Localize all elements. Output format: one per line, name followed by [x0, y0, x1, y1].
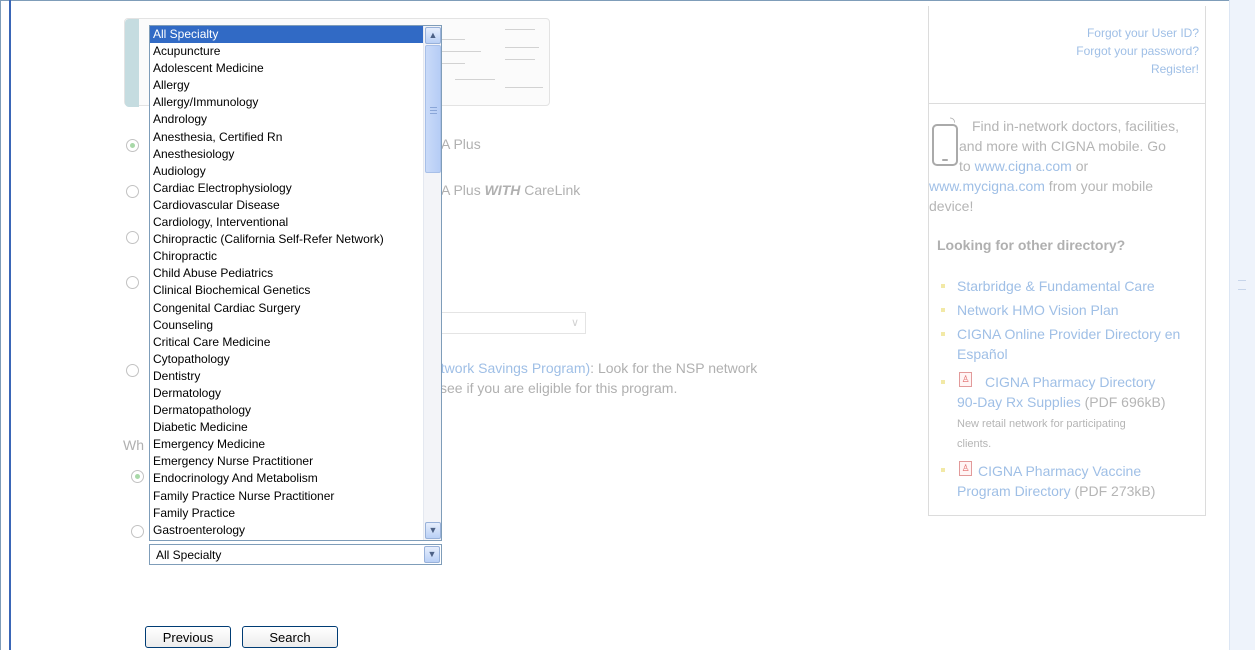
mobile-promo-line5: device!	[929, 198, 974, 214]
scroll-up-icon[interactable]: ▲	[425, 27, 441, 44]
specialty-option[interactable]: All Specialty	[150, 26, 424, 44]
pdf-icon: ♙	[959, 461, 972, 476]
search-button[interactable]: Search	[242, 626, 338, 648]
register-link[interactable]: Register!	[1151, 62, 1199, 76]
specialty-option[interactable]: Gastroenterology	[150, 522, 424, 539]
specialty-option[interactable]: Child Abuse Pediatrics	[150, 265, 424, 282]
mobile-promo-line1: Find in-network doctors, facilities,	[972, 118, 1179, 134]
chevron-down-icon[interactable]: ▼	[424, 546, 440, 563]
link-directory-es-2[interactable]: Español	[957, 346, 1008, 362]
specialty-option[interactable]: Chiropractic	[150, 248, 424, 265]
specialty-option[interactable]: Dentistry	[150, 368, 424, 385]
link-starbridge[interactable]: Starbridge & Fundamental Care	[957, 278, 1155, 294]
bullet	[941, 308, 945, 312]
plan-option-2-label: A Plus WITH CareLink	[441, 182, 581, 198]
coverage-radio-2[interactable]	[131, 525, 144, 538]
link-pharmacy-directory[interactable]: CIGNA Pharmacy Directory	[985, 374, 1155, 390]
pharmacy-note-2: clients.	[957, 438, 992, 450]
scrollbar-thumb[interactable]	[425, 45, 441, 173]
pharmacy-directory-line2: 90-Day Rx Supplies (PDF 696kB)	[957, 394, 1166, 410]
listbox-scrollbar[interactable]: ▲ ▼	[423, 26, 441, 540]
plan-radio-2[interactable]	[126, 185, 139, 198]
specialty-dropdown-list[interactable]: All Specialty Acupuncture Adolescent Medic…	[149, 25, 442, 541]
specialty-option[interactable]: Dermatopathology	[150, 402, 424, 419]
bullet	[941, 468, 945, 472]
cigna-link[interactable]: www.cigna.com	[975, 158, 1072, 174]
specialty-option[interactable]: Counseling	[150, 317, 424, 334]
specialty-option[interactable]: Audiology	[150, 163, 424, 180]
specialty-option[interactable]: Acupuncture	[150, 43, 424, 60]
specialty-option[interactable]: Emergency Nurse Practitioner	[150, 453, 424, 470]
specialty-option[interactable]: Cardiology, Interventional	[150, 214, 424, 231]
link-directory-es[interactable]: CIGNA Online Provider Directory en	[957, 326, 1180, 342]
login-panel: Forgot your User ID? Forgot your passwor…	[928, 6, 1206, 104]
vaccine-directory-line2: Program Directory (PDF 273kB)	[957, 483, 1156, 499]
specialty-option[interactable]: Chiropractic (California Self-Refer Netw…	[150, 231, 424, 248]
specialty-option[interactable]: Anesthesiology	[150, 146, 424, 163]
scroll-grip-icon	[1238, 280, 1246, 290]
specialty-option[interactable]: Emergency Medicine	[150, 436, 424, 453]
specialty-select[interactable]: All Specialty ▼	[149, 544, 442, 565]
specialty-option[interactable]: Congenital Cardiac Surgery	[150, 300, 424, 317]
forgot-password-link[interactable]: Forgot your password?	[1076, 44, 1199, 58]
other-directory-heading: Looking for other directory?	[937, 237, 1126, 253]
scroll-down-icon[interactable]: ▼	[425, 522, 441, 539]
specialty-option[interactable]: Critical Care Medicine	[150, 334, 424, 351]
mobile-promo-line2: and more with CIGNA mobile. Go	[959, 138, 1166, 154]
phone-icon	[932, 124, 958, 166]
question-label: Wh	[123, 437, 144, 453]
plan-radio-nsp[interactable]	[126, 364, 139, 377]
link-vaccine-program[interactable]: Program Directory	[957, 483, 1071, 499]
plan-radio-3[interactable]	[126, 231, 139, 244]
specialty-option[interactable]: Endocrinology And Metabolism	[150, 470, 424, 487]
pharmacy-note-1: New retail network for participating	[957, 418, 1126, 430]
left-border	[9, 0, 11, 650]
mobile-promo-line3: to www.cigna.com or	[959, 158, 1089, 174]
signal-icon: ◝	[950, 114, 956, 129]
link-hmo-vision[interactable]: Network HMO Vision Plan	[957, 302, 1119, 318]
link-vaccine-directory[interactable]: CIGNA Pharmacy Vaccine	[978, 463, 1141, 479]
specialty-select-value: All Specialty	[156, 548, 222, 562]
specialty-option[interactable]: Clinical Biochemical Genetics	[150, 282, 424, 299]
nsp-description-2: see if you are eligible for this program…	[440, 380, 678, 396]
bullet	[941, 380, 945, 384]
specialty-option[interactable]: Dermatology	[150, 385, 424, 402]
page-scrollbar[interactable]	[1229, 0, 1255, 650]
specialty-option[interactable]: Allergy/Immunology	[150, 94, 424, 111]
specialty-options: All Specialty Acupuncture Adolescent Medic…	[150, 26, 424, 539]
specialty-option[interactable]: Cardiac Electrophysiology	[150, 180, 424, 197]
specialty-option[interactable]: Adolescent Medicine	[150, 60, 424, 77]
chevron-down-icon: ∨	[570, 317, 579, 329]
specialty-option[interactable]: Cardiovascular Disease	[150, 197, 424, 214]
mycigna-link[interactable]: www.mycigna.com	[929, 178, 1045, 194]
plan-radio-1[interactable]	[126, 139, 139, 152]
bullet	[941, 332, 945, 336]
previous-button[interactable]: Previous	[145, 626, 231, 648]
pdf-icon: ♙	[959, 372, 972, 387]
nsp-description: etwork Savings Program): Look for the NS…	[433, 360, 758, 376]
specialty-option[interactable]: Family Practice Nurse Practitioner	[150, 488, 424, 505]
mobile-promo-line4: www.mycigna.com from your mobile	[929, 178, 1154, 194]
plan-option-1-label: A Plus	[441, 136, 481, 152]
specialty-option[interactable]: Diabetic Medicine	[150, 419, 424, 436]
link-90day[interactable]: 90-Day Rx Supplies	[957, 394, 1081, 410]
forgot-user-id-link[interactable]: Forgot your User ID?	[1087, 26, 1199, 40]
bullet	[941, 284, 945, 288]
coverage-radio-1[interactable]	[131, 470, 144, 483]
specialty-option[interactable]: Cytopathology	[150, 351, 424, 368]
faded-select[interactable]: ∨	[420, 312, 586, 334]
nsp-link[interactable]: etwork Savings Program)	[433, 360, 590, 376]
specialty-option[interactable]: Anesthesia, Certified Rn	[150, 129, 424, 146]
plan-radio-4[interactable]	[126, 276, 139, 289]
specialty-option[interactable]: Family Practice	[150, 505, 424, 522]
specialty-option[interactable]: Allergy	[150, 77, 424, 94]
specialty-option[interactable]: Andrology	[150, 111, 424, 128]
